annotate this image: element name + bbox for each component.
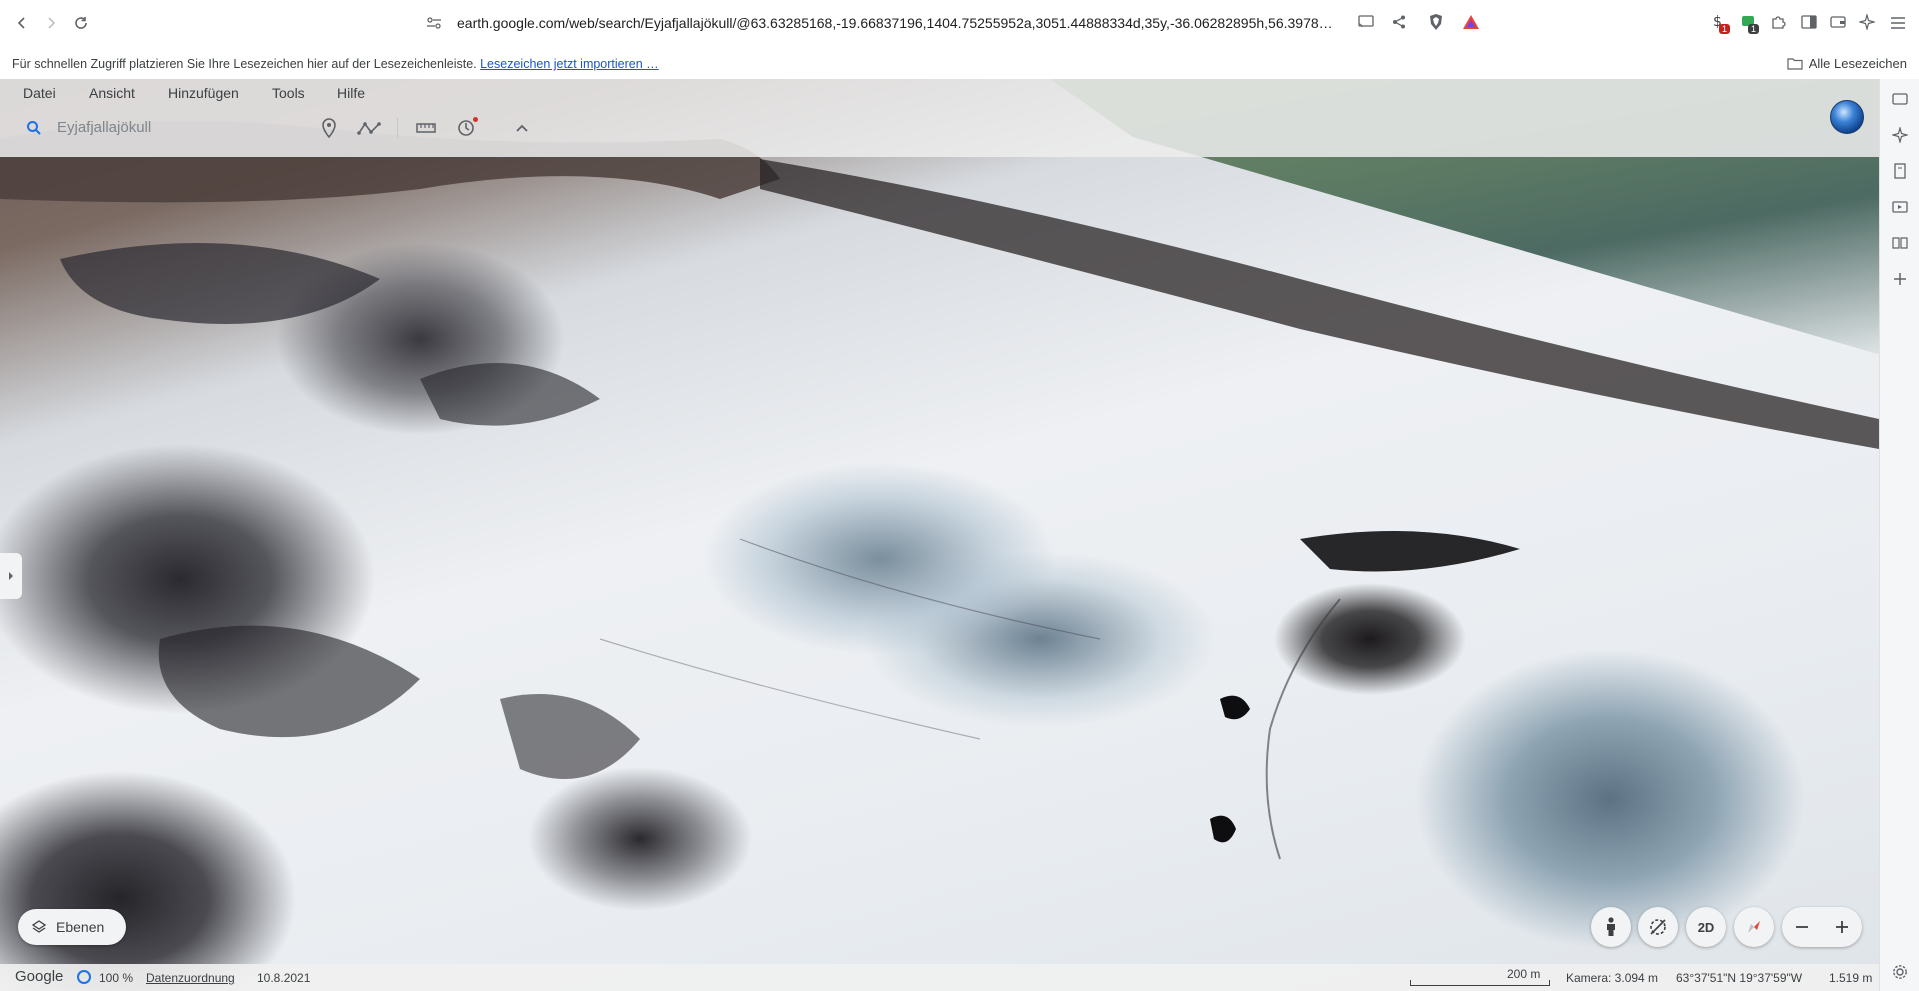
- layers-button[interactable]: Ebenen: [18, 909, 126, 945]
- zoom-controls: [1782, 907, 1862, 947]
- load-percent: 100 %: [99, 971, 134, 985]
- layers-icon: [32, 920, 46, 933]
- bookmarks-panel-icon[interactable]: [1890, 161, 1910, 181]
- share-icon[interactable]: [1392, 15, 1406, 34]
- brave-shield-icon[interactable]: [1428, 13, 1444, 36]
- menu-file[interactable]: Datei: [23, 85, 56, 101]
- terrain-elevation: 1.519 m: [1829, 971, 1873, 985]
- zoom-out-button[interactable]: [1795, 914, 1809, 940]
- compass-button[interactable]: [1734, 907, 1774, 947]
- settings-gear-icon[interactable]: [1890, 962, 1910, 982]
- folder-icon: [1787, 58, 1803, 70]
- all-bookmarks-label: Alle Lesezeichen: [1808, 56, 1907, 71]
- reading-list-icon[interactable]: [1890, 233, 1910, 253]
- all-bookmarks-button[interactable]: Alle Lesezeichen: [1787, 56, 1907, 71]
- earth-search-input[interactable]: Eyjafjallajökull: [57, 119, 151, 136]
- menu-icon[interactable]: [1890, 16, 1906, 34]
- data-attribution-link[interactable]: Datenzuordnung: [146, 971, 235, 985]
- site-settings-icon[interactable]: [426, 16, 442, 35]
- leo-ai-icon[interactable]: [1890, 125, 1910, 145]
- toggle-2d-button[interactable]: 2D: [1686, 907, 1726, 947]
- address-bar[interactable]: earth.google.com/web/search/Eyjafjallajö…: [380, 7, 1498, 40]
- google-logo: Google: [15, 968, 64, 985]
- expand-panel-tab[interactable]: [0, 553, 22, 599]
- search-icon[interactable]: [26, 120, 42, 141]
- bookmarks-bar: Für schnellen Zugriff platzieren Sie Ihr…: [0, 47, 1919, 79]
- browser-toolbar: earth.google.com/web/search/Eyjafjallajö…: [0, 0, 1919, 47]
- toolbar-divider: [397, 118, 398, 138]
- historical-imagery-icon[interactable]: [454, 116, 478, 140]
- browser-side-panel: [1879, 79, 1919, 991]
- sidebar-toggle-icon[interactable]: [1801, 15, 1817, 34]
- wallet-panel-icon[interactable]: [1890, 89, 1910, 109]
- wallet-icon[interactable]: [1830, 15, 1846, 34]
- chevron-right-icon: [9, 572, 13, 580]
- cast-icon[interactable]: [1358, 15, 1374, 34]
- extension-icon-1[interactable]: $ 1: [1711, 13, 1731, 34]
- minus-icon: [1796, 926, 1808, 928]
- compass-icon: [1748, 921, 1760, 933]
- add-panel-icon[interactable]: [1890, 269, 1910, 289]
- measure-ruler-icon[interactable]: [414, 116, 438, 140]
- menu-view[interactable]: Ansicht: [89, 85, 135, 101]
- imagery-date: 10.8.2021: [257, 971, 311, 985]
- tilt-icon: [1650, 919, 1666, 935]
- pegman-button[interactable]: [1591, 907, 1631, 947]
- view-mode-label: 2D: [1697, 919, 1715, 935]
- menu-add[interactable]: Hinzufügen: [168, 85, 239, 101]
- draw-path-icon[interactable]: [357, 116, 381, 140]
- url-text[interactable]: earth.google.com/web/search/Eyjafjallajö…: [457, 15, 1337, 31]
- plus-icon: [1836, 921, 1848, 933]
- cursor-coordinates: 63°37'51"N 19°37'59"W: [1676, 971, 1803, 985]
- scale-bar: [1410, 980, 1550, 986]
- status-bar: Google 100 % Datenzuordnung 10.8.2021 20…: [0, 964, 1879, 991]
- extension-icon-2[interactable]: 1: [1740, 13, 1760, 34]
- menu-help[interactable]: Hilfe: [337, 85, 365, 101]
- add-placemark-icon[interactable]: [317, 116, 341, 140]
- ai-assistant-icon[interactable]: [1857, 12, 1877, 35]
- zoom-in-button[interactable]: [1835, 914, 1849, 940]
- account-avatar[interactable]: [1830, 100, 1864, 134]
- pegman-icon: [1607, 917, 1615, 936]
- forward-icon[interactable]: [38, 10, 64, 36]
- menu-tools[interactable]: Tools: [272, 85, 305, 101]
- bookmarks-prompt: Für schnellen Zugriff platzieren Sie Ihr…: [12, 57, 477, 71]
- scale-label: 200 m: [1507, 967, 1541, 981]
- camera-altitude: Kamera: 3.094 m: [1566, 971, 1659, 985]
- import-bookmarks-link[interactable]: Lesezeichen jetzt importieren …: [480, 57, 659, 71]
- notification-dot: [473, 117, 478, 122]
- extensions-puzzle-icon[interactable]: [1770, 14, 1786, 35]
- extension-badge-2: 1: [1748, 24, 1760, 34]
- reload-icon[interactable]: [68, 10, 94, 36]
- layers-label: Ebenen: [56, 919, 105, 935]
- extension-badge-1: 1: [1719, 24, 1731, 34]
- reset-tilt-button[interactable]: [1638, 907, 1678, 947]
- bookmarks-hint: Für schnellen Zugriff platzieren Sie Ihr…: [12, 57, 659, 71]
- loading-indicator-icon: [77, 970, 91, 984]
- collapse-toolbar-chevron-icon[interactable]: [510, 116, 534, 140]
- back-icon[interactable]: [9, 10, 35, 36]
- playlist-icon[interactable]: [1890, 197, 1910, 217]
- brave-rewards-icon[interactable]: [1462, 14, 1480, 35]
